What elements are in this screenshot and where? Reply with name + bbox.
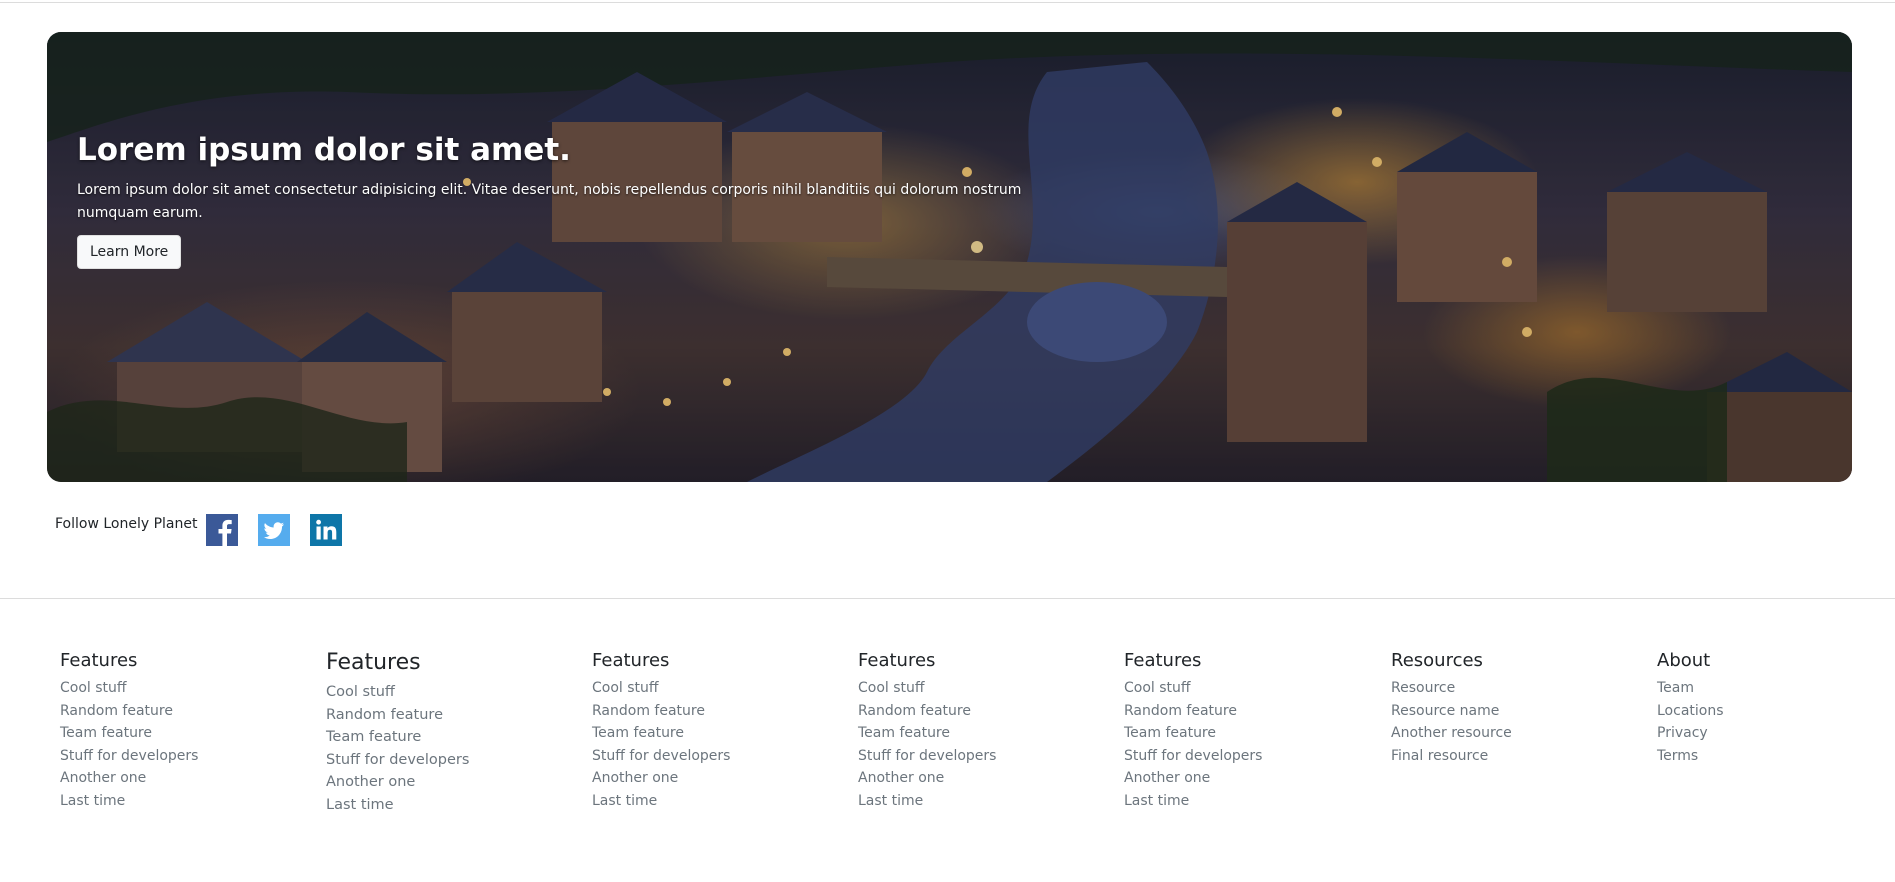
footer-column-features-4: Features Cool stuff Random feature Team … <box>858 650 996 812</box>
footer-link-team-feature[interactable]: Team feature <box>592 722 730 745</box>
twitter-icon[interactable] <box>258 514 291 546</box>
footer-link-cool-stuff[interactable]: Cool stuff <box>326 681 469 704</box>
linkedin-icon[interactable] <box>310 514 343 546</box>
footer-link-cool-stuff[interactable]: Cool stuff <box>60 677 198 700</box>
footer-column-features-2: Features Cool stuff Random feature Team … <box>326 650 469 816</box>
footer-link-another-resource[interactable]: Another resource <box>1391 722 1512 745</box>
footer-link-cool-stuff[interactable]: Cool stuff <box>592 677 730 700</box>
learn-more-button[interactable]: Learn More <box>77 235 182 270</box>
footer-link-last-time[interactable]: Last time <box>326 794 469 817</box>
footer-link-stuff-for-developers[interactable]: Stuff for developers <box>326 749 469 772</box>
footer-link-locations[interactable]: Locations <box>1657 700 1724 723</box>
hero-content: Lorem ipsum dolor sit amet. Lorem ipsum … <box>77 132 1077 270</box>
footer-link-team-feature[interactable]: Team feature <box>858 722 996 745</box>
facebook-icon[interactable] <box>206 514 239 546</box>
footer-link-team-feature[interactable]: Team feature <box>326 726 469 749</box>
footer-link-resource-name[interactable]: Resource name <box>1391 700 1512 723</box>
footer-link-random-feature[interactable]: Random feature <box>60 700 198 723</box>
footer-divider <box>0 598 1895 599</box>
footer-column-resources: Resources Resource Resource name Another… <box>1391 650 1512 767</box>
footer-column-title: Features <box>326 650 421 675</box>
footer-link-another-one[interactable]: Another one <box>858 767 996 790</box>
top-divider <box>0 2 1895 3</box>
footer-link-last-time[interactable]: Last time <box>1124 790 1262 813</box>
footer-link-another-one[interactable]: Another one <box>60 767 198 790</box>
footer-link-another-one[interactable]: Another one <box>592 767 730 790</box>
footer-link-stuff-for-developers[interactable]: Stuff for developers <box>592 745 730 768</box>
follow-section: Follow Lonely Planet <box>55 514 362 546</box>
footer-link-final-resource[interactable]: Final resource <box>1391 745 1512 768</box>
footer-column-title: Features <box>60 650 138 671</box>
footer-link-team-feature[interactable]: Team feature <box>60 722 198 745</box>
footer-link-cool-stuff[interactable]: Cool stuff <box>1124 677 1262 700</box>
footer-link-random-feature[interactable]: Random feature <box>326 704 469 727</box>
footer-link-last-time[interactable]: Last time <box>592 790 730 813</box>
footer-column-about: About Team Locations Privacy Terms <box>1657 650 1724 767</box>
footer-link-last-time[interactable]: Last time <box>60 790 198 813</box>
hero-text: Lorem ipsum dolor sit amet consectetur a… <box>77 182 1022 222</box>
footer-link-team[interactable]: Team <box>1657 677 1724 700</box>
footer-column-title: Features <box>592 650 670 671</box>
footer-column-title: Resources <box>1391 650 1483 671</box>
footer-column-title: About <box>1657 650 1711 671</box>
follow-label: Follow Lonely Planet <box>55 516 198 532</box>
footer-column-features-3: Features Cool stuff Random feature Team … <box>592 650 730 812</box>
footer-link-resource[interactable]: Resource <box>1391 677 1512 700</box>
footer-column-features-1: Features Cool stuff Random feature Team … <box>60 650 198 812</box>
footer-link-cool-stuff[interactable]: Cool stuff <box>858 677 996 700</box>
footer-link-stuff-for-developers[interactable]: Stuff for developers <box>1124 745 1262 768</box>
footer-link-stuff-for-developers[interactable]: Stuff for developers <box>858 745 996 768</box>
footer-link-random-feature[interactable]: Random feature <box>1124 700 1262 723</box>
footer-link-random-feature[interactable]: Random feature <box>858 700 996 723</box>
footer-link-stuff-for-developers[interactable]: Stuff for developers <box>60 745 198 768</box>
footer-link-last-time[interactable]: Last time <box>858 790 996 813</box>
footer-column-features-5: Features Cool stuff Random feature Team … <box>1124 650 1262 812</box>
footer-link-another-one[interactable]: Another one <box>326 771 469 794</box>
hero-banner: Lorem ipsum dolor sit amet. Lorem ipsum … <box>47 32 1852 482</box>
footer-link-random-feature[interactable]: Random feature <box>592 700 730 723</box>
footer-link-privacy[interactable]: Privacy <box>1657 722 1724 745</box>
hero-title: Lorem ipsum dolor sit amet. <box>77 132 571 168</box>
footer-column-title: Features <box>1124 650 1202 671</box>
footer-link-another-one[interactable]: Another one <box>1124 767 1262 790</box>
footer-link-terms[interactable]: Terms <box>1657 745 1724 768</box>
footer-column-title: Features <box>858 650 936 671</box>
footer-link-team-feature[interactable]: Team feature <box>1124 722 1262 745</box>
